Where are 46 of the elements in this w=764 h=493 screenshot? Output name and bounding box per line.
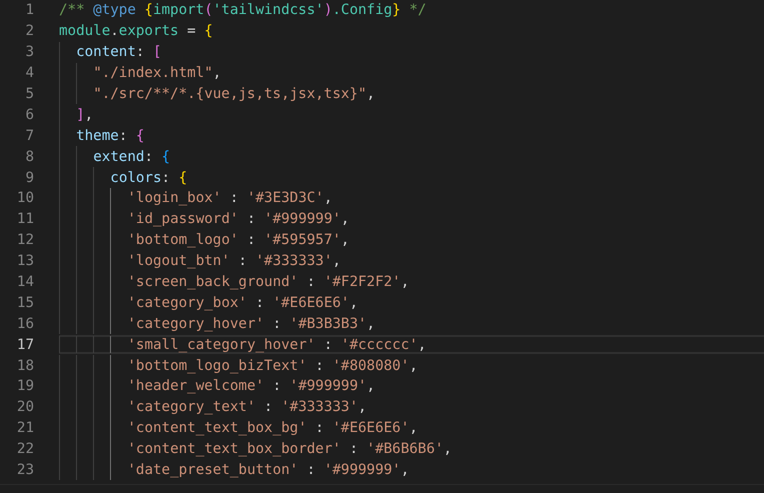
code-text: 'login_box' : '#3E3D3C', [127,190,332,206]
code-text: 'header_welcome' : '#999999', [127,378,376,394]
line-number: 18 [16,358,34,374]
code-text: 'category_hover' : '#B3B3B3', [127,316,376,332]
line-number: 10 [16,190,34,206]
line-number: 8 [24,148,34,165]
line-number: 6 [24,106,34,123]
code-text: 'screen_back_ground' : '#F2F2F2', [127,274,410,290]
line-number: 3 [24,44,34,60]
line-number: 19 [16,378,34,394]
code-text: theme: { [76,128,144,144]
code-text: "./src/**/*.{vue,js,ts,jsx,tsx}", [93,86,376,102]
line-number: 5 [24,86,34,102]
code-text: 'bottom_logo' : '#595957', [127,232,350,248]
code-text: 'small_category_hover' : '#cccccc', [127,336,426,353]
code-text: 'bottom_logo_bizText' : '#808080', [127,358,418,374]
code-text: 'date_preset_button' : '#999999', [127,462,410,478]
line-number: 23 [16,462,34,478]
line-number: 11 [16,211,34,228]
line-number: 2 [24,23,34,40]
line-number: 1 [24,2,34,18]
code-text: colors: { [110,170,188,186]
line-number: 22 [16,441,34,458]
code-text: 'logout_btn' : '#333333', [127,253,341,270]
code-text: extend: { [93,148,170,165]
line-number: 21 [16,420,34,436]
code-text: module.exports = { [59,23,213,40]
line-number: 15 [16,294,34,311]
line-number: 4 [24,65,34,82]
line-number: 12 [16,232,34,248]
code-text: 'content_text_box_border' : '#B6B6B6', [127,441,452,458]
line-number: 9 [24,170,34,186]
line-number: 14 [16,274,34,290]
code-text: 'category_text' : '#333333', [127,399,367,416]
code-text: 'id_password' : '#999999', [127,211,350,228]
line-number: 16 [16,316,34,332]
line-number: 17 [16,336,34,353]
code-text: content: [ [76,44,162,60]
line-number: 13 [16,253,34,270]
code-text: ], [76,106,94,123]
code-text: 'category_box' : '#E6E6E6', [127,294,358,311]
code-text: "./index.html", [93,65,222,82]
code-text: 'content_text_box_bg' : '#E6E6E6', [127,420,418,436]
line-number: 20 [16,399,34,416]
line-number: 7 [24,128,34,144]
code-text: /** @type {import('tailwindcss').Config} */ [59,2,426,18]
